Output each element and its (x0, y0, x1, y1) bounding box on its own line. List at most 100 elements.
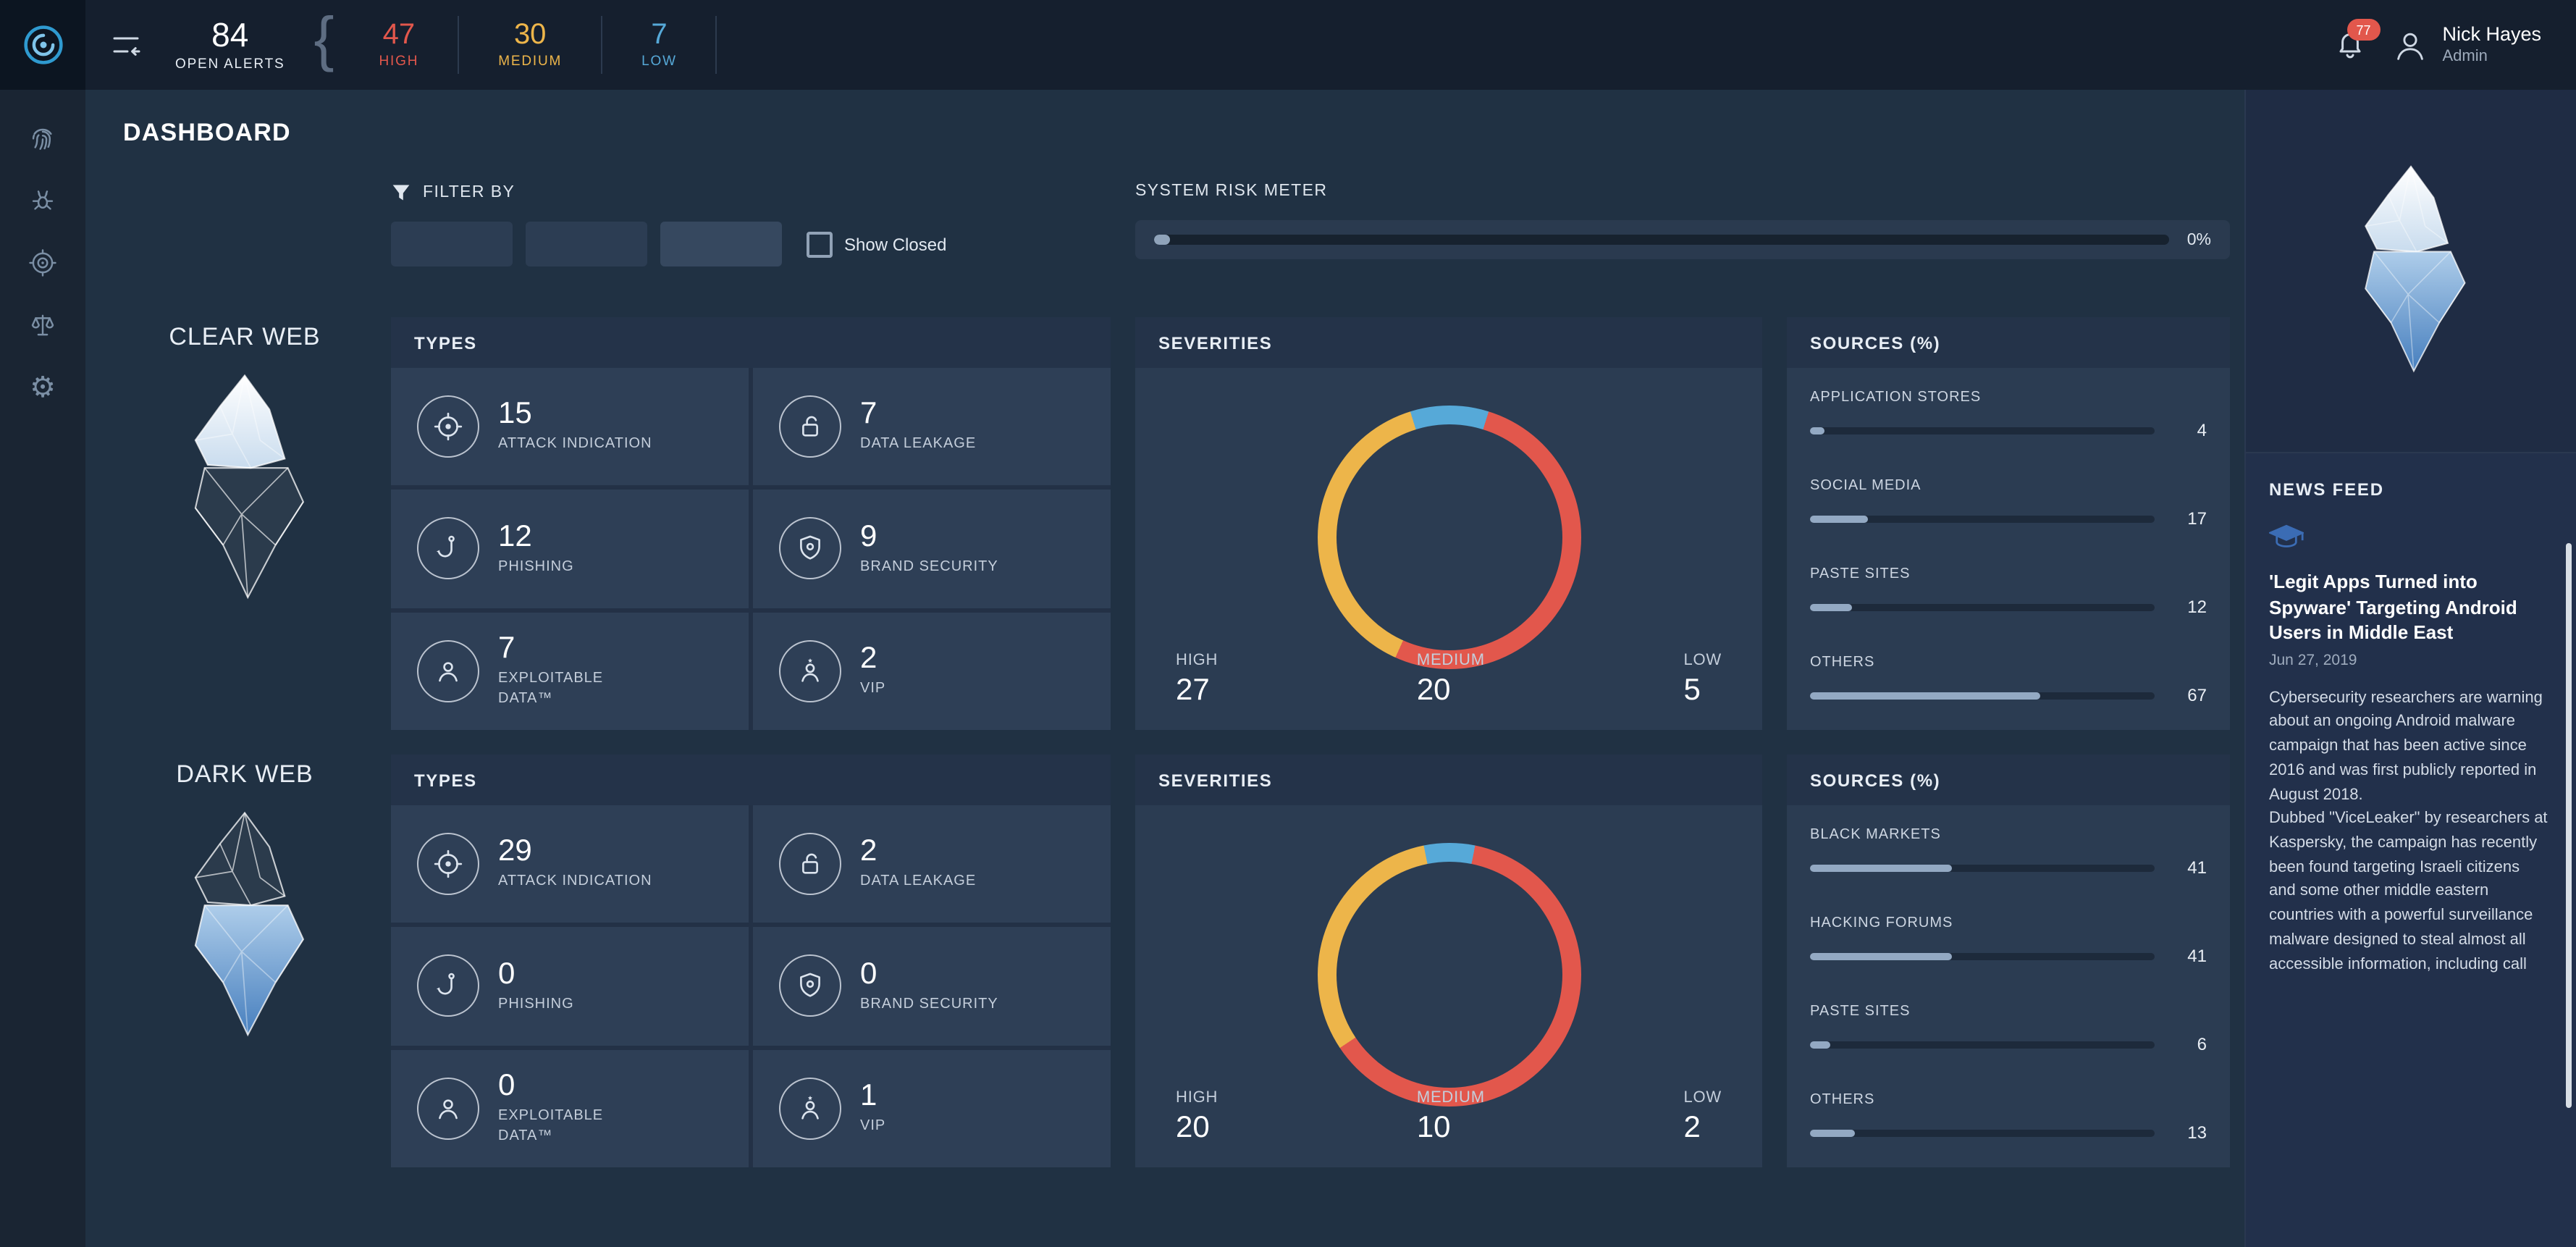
severity-legend-item: HIGH 20 (1176, 1089, 1218, 1146)
type-item[interactable]: 15 ATTACK INDICATION (391, 368, 749, 486)
iceberg-hero (2246, 90, 2576, 453)
type-item[interactable]: 1 VIP (753, 1049, 1111, 1167)
notifications-button[interactable]: 77 (2332, 28, 2367, 62)
types-card-title: TYPES (391, 317, 1111, 368)
fingerprint-icon (28, 123, 58, 154)
source-value: 41 (2172, 857, 2207, 878)
user-menu[interactable]: Nick Hayes Admin (2390, 24, 2541, 67)
type-item[interactable]: 0 PHISHING (391, 928, 749, 1046)
severity-legend-value: 5 (1683, 673, 1722, 708)
severity-legend-item: LOW 2 (1683, 1089, 1722, 1146)
scales-icon (28, 310, 58, 340)
sidebar-item-intel-targets[interactable] (0, 232, 85, 294)
news-item[interactable]: 'Legit Apps Turned into Spyware' Targeti… (2269, 523, 2550, 977)
source-row: BLACK MARKETS 41 (1810, 827, 2207, 878)
severity-legend-item: MEDIUM 10 (1417, 1089, 1485, 1146)
type-value: 7 (860, 399, 976, 431)
type-item[interactable]: 12 PHISHING (391, 490, 749, 608)
source-value: 41 (2172, 946, 2207, 966)
source-row: SOCIAL MEDIA 17 (1810, 478, 2207, 529)
checkbox-box[interactable] (807, 231, 833, 257)
type-label: DATA LEAKAGE (860, 873, 976, 892)
filter-button-year[interactable] (391, 222, 513, 266)
grid-spacer (123, 182, 366, 293)
type-value: 0 (498, 1071, 654, 1103)
source-value: 13 (2172, 1122, 2207, 1143)
open-alerts-summary[interactable]: 84 OPEN ALERTS (175, 18, 285, 72)
topbar-severity-count-low[interactable]: 7 LOW (602, 16, 717, 74)
user-role: Admin (2442, 47, 2541, 66)
source-bar-fill (1810, 864, 1951, 871)
show-closed-label: Show Closed (844, 234, 946, 254)
severity-count-label: LOW (641, 54, 677, 70)
type-item[interactable]: 0 BRAND SECURITY (753, 928, 1111, 1046)
news-item-body: Cybersecurity researchers are warning ab… (2269, 686, 2550, 976)
filter-button-week[interactable] (660, 222, 782, 266)
risk-meter-label: SYSTEM RISK METER (1135, 182, 1327, 200)
severity-legend-value: 2 (1683, 1111, 1722, 1146)
sidebar-item-remediation[interactable] (0, 294, 85, 356)
news-scrollbar[interactable] (2566, 543, 2572, 1108)
type-item[interactable]: 29 ATTACK INDICATION (391, 805, 749, 923)
sidebar-collapse-button[interactable] (109, 28, 143, 62)
target-icon (28, 248, 58, 278)
sidebar-item-alerts[interactable] (0, 107, 85, 169)
source-bar-track (1810, 427, 2155, 434)
web-label: CLEAR WEB (169, 323, 320, 352)
risk-meter-fill (1154, 235, 1170, 245)
type-value: 0 (860, 958, 998, 990)
topbar-severity-count-high[interactable]: 47 HIGH (340, 16, 460, 74)
sources-card: SOURCES (%) APPLICATION STORES 4 SOCIAL … (1787, 317, 2230, 730)
type-item[interactable]: 0 EXPLOITABLE DATA™ (391, 1049, 749, 1167)
severity-legend-value: 20 (1417, 673, 1485, 708)
risk-meter-value: 0% (2187, 231, 2211, 248)
open-alerts-count: 84 (175, 18, 285, 53)
filter-button-month[interactable] (526, 222, 647, 266)
type-item[interactable]: 7 DATA LEAKAGE (753, 368, 1111, 486)
severity-legend-value: 27 (1176, 673, 1218, 708)
sidebar-item-threats[interactable] (0, 169, 85, 232)
type-label: BRAND SECURITY (860, 995, 998, 1015)
type-value: 29 (498, 836, 652, 868)
notification-badge: 77 (2346, 19, 2380, 41)
type-label: VIP (860, 679, 885, 699)
source-row: PASTE SITES 12 (1810, 566, 2207, 617)
donut-hole (1336, 862, 1562, 1088)
type-value: 2 (860, 643, 885, 675)
sidebar-item-settings[interactable]: ⚙ (0, 356, 85, 419)
severity-legend-label: MEDIUM (1417, 1089, 1485, 1107)
source-label: APPLICATION STORES (1810, 390, 2207, 406)
filter-funnel-icon (391, 182, 411, 203)
type-value: 2 (860, 836, 976, 868)
severity-legend-item: MEDIUM 20 (1417, 652, 1485, 708)
show-closed-checkbox[interactable]: Show Closed (807, 231, 946, 257)
types-card-title: TYPES (391, 755, 1111, 805)
source-bar-track (1810, 952, 2155, 960)
type-item[interactable]: 9 BRAND SECURITY (753, 490, 1111, 608)
type-label: ATTACK INDICATION (498, 873, 652, 892)
app-logo[interactable] (0, 0, 85, 90)
data-leakage-icon (779, 833, 841, 895)
severity-count-value: 30 (498, 20, 562, 51)
topbar-severity-count-medium[interactable]: 30 MEDIUM (459, 16, 602, 74)
severity-legend-label: LOW (1683, 1089, 1722, 1107)
source-label: SOCIAL MEDIA (1810, 478, 2207, 494)
attack-indication-icon (417, 833, 479, 895)
type-item[interactable]: 2 DATA LEAKAGE (753, 805, 1111, 923)
type-label: PHISHING (498, 995, 574, 1015)
severity-legend-value: 10 (1417, 1111, 1485, 1146)
source-value: 4 (2172, 420, 2207, 440)
exploitable-data-icon (417, 1078, 479, 1140)
severity-count-label: MEDIUM (498, 54, 562, 70)
source-value: 67 (2172, 685, 2207, 705)
phishing-icon (417, 955, 479, 1017)
risk-meter-bar: 0% (1135, 220, 2230, 259)
sources-card-title: SOURCES (%) (1787, 755, 2230, 805)
type-value: 9 (860, 521, 998, 553)
type-value: 15 (498, 399, 652, 431)
source-value: 6 (2172, 1034, 2207, 1054)
type-item[interactable]: 7 EXPLOITABLE DATA™ (391, 612, 749, 730)
type-item[interactable]: 2 VIP (753, 612, 1111, 730)
source-bar-fill (1810, 952, 1951, 960)
user-avatar-icon (2390, 25, 2429, 64)
